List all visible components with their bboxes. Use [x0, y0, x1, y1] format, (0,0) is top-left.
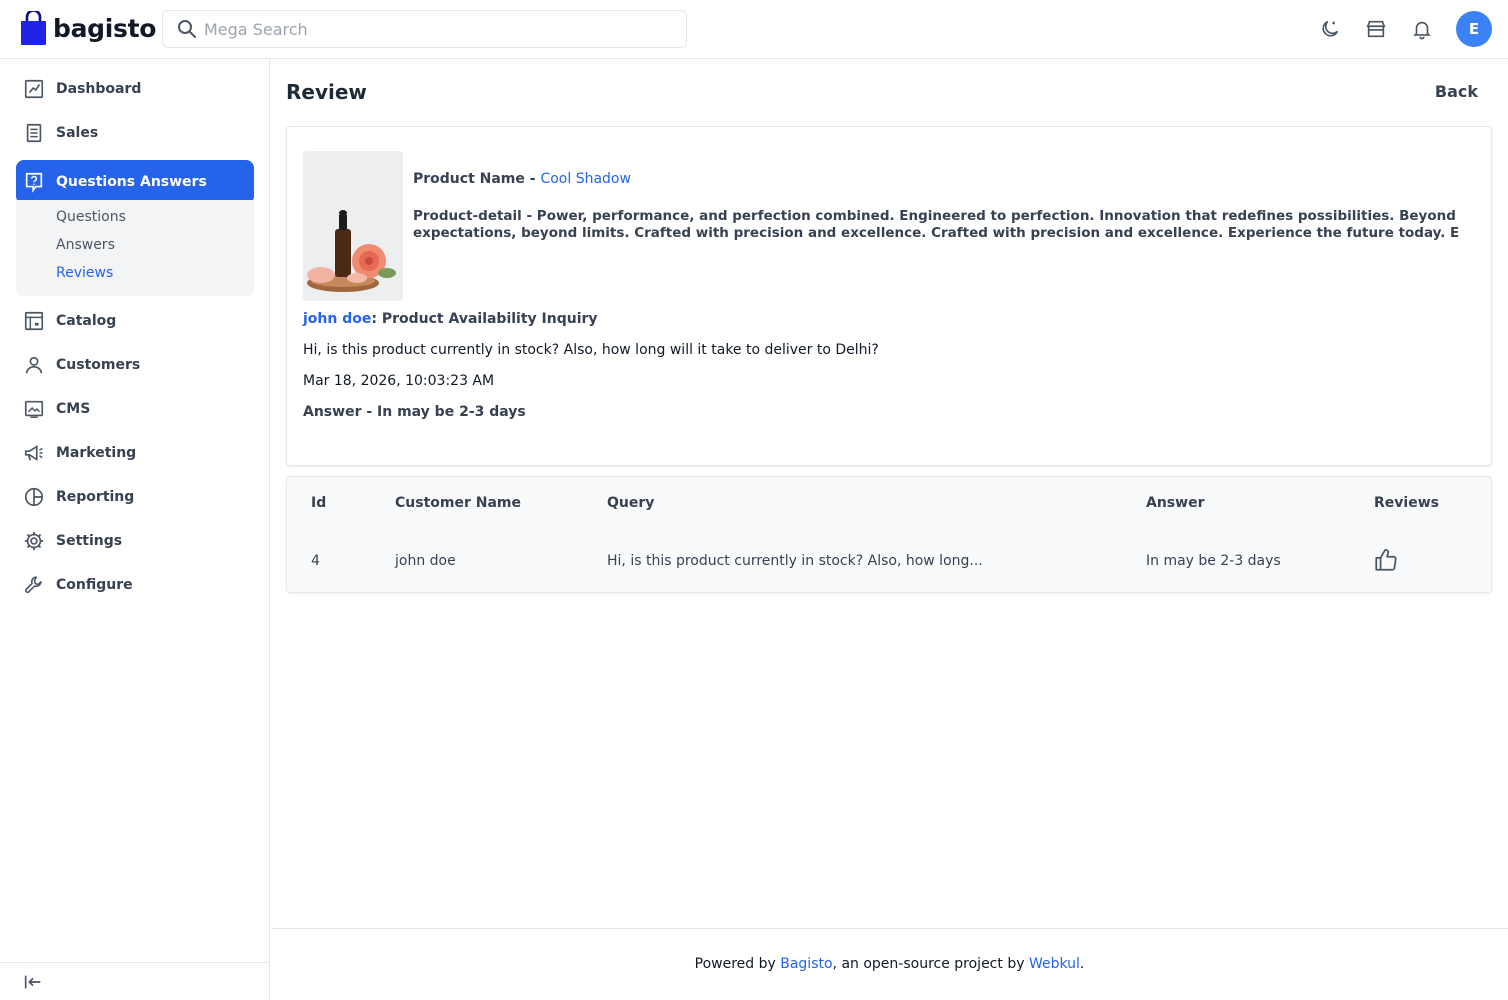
shopping-bag-icon	[20, 9, 47, 46]
question-body: Hi, is this product currently in stock? …	[303, 342, 879, 358]
sidebar: Dashboard Sales Questions Answers Questi…	[0, 59, 270, 1000]
cell-id: 4	[311, 553, 320, 569]
header-actions: E	[1296, 11, 1492, 47]
page-title: Review	[286, 80, 367, 104]
sidebar-item-reporting[interactable]: Reporting	[16, 475, 254, 519]
collapse-sidebar-button[interactable]	[0, 962, 270, 1000]
column-header-reviews: Reviews	[1374, 495, 1439, 511]
collapse-icon	[22, 971, 44, 993]
bagisto-link[interactable]: Bagisto	[780, 956, 832, 972]
sidebar-item-label: Configure	[56, 577, 133, 593]
brand-logo[interactable]: bagisto	[20, 9, 157, 46]
webkul-link[interactable]: Webkul	[1029, 956, 1080, 972]
questions-answers-submenu: Questions Answers Reviews	[16, 200, 254, 296]
sidebar-item-cms[interactable]: CMS	[16, 387, 254, 431]
sidebar-item-label: Customers	[56, 357, 141, 373]
thumbs-up-icon[interactable]	[1373, 547, 1399, 573]
sidebar-item-catalog[interactable]: Catalog	[16, 299, 254, 343]
sidebar-item-label: CMS	[56, 401, 91, 417]
footer-text: Powered by Bagisto, an open-source proje…	[271, 956, 1508, 972]
pie-chart-icon	[23, 486, 45, 508]
footer-middle: , an open-source project by	[832, 956, 1025, 972]
sidebar-item-label: Reporting	[56, 489, 135, 505]
sidebar-item-label: Marketing	[56, 445, 137, 461]
submenu-item-answers[interactable]: Answers	[56, 237, 115, 253]
sidebar-item-questions-answers[interactable]: Questions Answers	[16, 160, 254, 204]
megaphone-icon	[23, 442, 45, 464]
column-header-customer-name: Customer Name	[395, 495, 521, 511]
submenu-item-reviews[interactable]: Reviews	[56, 265, 113, 281]
product-name-label: Product Name -	[413, 171, 536, 187]
question-icon	[23, 171, 45, 193]
sidebar-item-settings[interactable]: Settings	[16, 519, 254, 563]
bell-icon[interactable]	[1410, 17, 1434, 41]
store-icon[interactable]	[1364, 17, 1388, 41]
customer-name-link[interactable]: john doe	[303, 311, 371, 327]
sidebar-item-label: Settings	[56, 533, 123, 549]
sidebar-item-configure[interactable]: Configure	[16, 563, 254, 607]
user-icon	[23, 354, 45, 376]
sidebar-item-customers[interactable]: Customers	[16, 343, 254, 387]
cell-customer-name: john doe	[395, 553, 456, 569]
question-header: john doe: Product Availability Inquiry	[303, 311, 598, 327]
gear-icon	[23, 530, 45, 552]
sidebar-item-label: Catalog	[56, 313, 117, 329]
column-header-query: Query	[607, 495, 655, 511]
back-button[interactable]: Back	[1435, 82, 1478, 101]
column-header-answer: Answer	[1146, 495, 1205, 511]
dashboard-icon	[23, 78, 45, 100]
product-name-line: Product Name - Cool Shadow	[413, 171, 631, 187]
sidebar-item-label: Sales	[56, 125, 99, 141]
wrench-icon	[23, 574, 45, 596]
answer-text: Answer - In may be 2-3 days	[303, 404, 526, 420]
submenu-item-questions[interactable]: Questions	[56, 209, 126, 225]
brand-name: bagisto	[53, 14, 157, 43]
mega-search[interactable]	[162, 10, 687, 48]
search-icon	[176, 18, 198, 40]
cell-answer: In may be 2-3 days	[1146, 553, 1281, 569]
question-date: Mar 18, 2026, 10:03:23 AM	[303, 373, 495, 389]
catalog-icon	[23, 310, 45, 332]
column-header-id: Id	[311, 495, 327, 511]
moon-icon[interactable]	[1318, 17, 1342, 41]
question-title-separator: :	[371, 311, 377, 327]
question-title: Product Availability Inquiry	[381, 311, 598, 327]
user-avatar[interactable]: E	[1456, 11, 1492, 47]
sidebar-item-sales[interactable]: Sales	[16, 111, 254, 155]
reviews-table: Id Customer Name Query Answer Reviews 4 …	[286, 476, 1492, 593]
search-input[interactable]	[204, 19, 664, 39]
product-name-link[interactable]: Cool Shadow	[540, 171, 631, 187]
footer: Powered by Bagisto, an open-source proje…	[271, 928, 1508, 1000]
product-image[interactable]	[303, 151, 403, 301]
sidebar-item-marketing[interactable]: Marketing	[16, 431, 254, 475]
cell-query: Hi, is this product currently in stock? …	[607, 553, 983, 569]
sidebar-item-label: Dashboard	[56, 81, 142, 97]
review-detail-card: Product Name - Cool Shadow Product-detai…	[286, 126, 1492, 466]
sidebar-item-dashboard[interactable]: Dashboard	[16, 67, 254, 111]
footer-prefix: Powered by	[694, 956, 776, 972]
sidebar-item-label: Questions Answers	[56, 174, 207, 190]
top-header: bagisto E	[0, 0, 1508, 59]
footer-suffix: .	[1079, 956, 1085, 972]
product-detail: Product-detail - Power, performance, and…	[413, 208, 1460, 241]
cms-icon	[23, 398, 45, 420]
receipt-icon	[23, 122, 45, 144]
